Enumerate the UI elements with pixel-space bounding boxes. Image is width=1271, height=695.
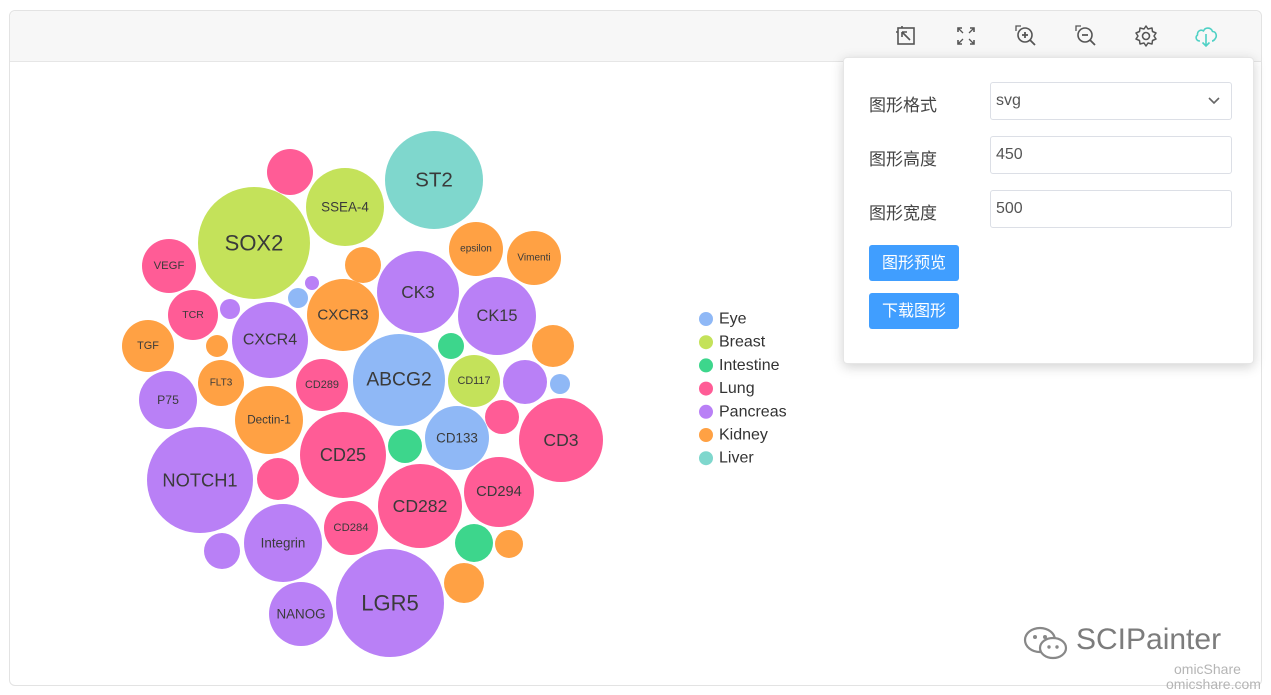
bubble-label: epsilon bbox=[460, 244, 492, 255]
legend-swatch[interactable] bbox=[699, 312, 713, 326]
bubble[interactable] bbox=[503, 360, 547, 404]
legend-label[interactable]: Kidney bbox=[719, 427, 768, 444]
legend-swatch[interactable] bbox=[699, 404, 713, 419]
height-label: 图形高度 bbox=[869, 150, 937, 170]
bubble-label: LGR5 bbox=[361, 591, 418, 616]
bubble-label: VEGF bbox=[154, 260, 185, 272]
bubble-label: CD25 bbox=[320, 445, 366, 465]
format-select-value: svg bbox=[996, 92, 1021, 109]
bubble[interactable] bbox=[438, 333, 464, 359]
bubble[interactable] bbox=[485, 400, 519, 434]
bubble-label: CD117 bbox=[457, 375, 490, 387]
width-label: 图形宽度 bbox=[869, 204, 937, 224]
legend-label[interactable]: Eye bbox=[719, 311, 747, 328]
bubble-label: CD282 bbox=[393, 496, 448, 516]
bubble[interactable] bbox=[305, 276, 319, 290]
bubble[interactable] bbox=[267, 149, 313, 195]
bubble-label: FLT3 bbox=[210, 378, 233, 389]
legend-label[interactable]: Liver bbox=[719, 450, 754, 467]
bubble[interactable] bbox=[345, 247, 381, 283]
height-input-value: 450 bbox=[996, 146, 1023, 163]
legend-swatch[interactable] bbox=[699, 428, 713, 442]
bubble-label: SSEA-4 bbox=[321, 200, 369, 215]
wechat-logo-icon bbox=[1023, 626, 1068, 660]
height-input[interactable]: 450 bbox=[990, 136, 1232, 174]
bubble[interactable] bbox=[532, 325, 574, 367]
legend-swatch[interactable] bbox=[699, 358, 713, 373]
bubble-label: Integrin bbox=[261, 536, 306, 551]
bubble[interactable] bbox=[288, 288, 308, 308]
bubble[interactable] bbox=[388, 429, 422, 463]
format-label: 图形格式 bbox=[869, 96, 937, 116]
bubble-label: CK15 bbox=[476, 307, 517, 325]
preview-button[interactable]: 图形预览 bbox=[869, 245, 960, 281]
legend-label[interactable]: Intestine bbox=[719, 357, 780, 374]
legend-swatch[interactable] bbox=[699, 381, 713, 396]
format-select[interactable]: svg bbox=[990, 82, 1232, 120]
bubble[interactable] bbox=[444, 563, 484, 603]
bubble-label: P75 bbox=[157, 393, 179, 407]
legend-swatch[interactable] bbox=[699, 451, 713, 466]
bubble-label: CD294 bbox=[476, 484, 522, 500]
legend-swatch[interactable] bbox=[699, 335, 713, 350]
bubble-label: Vimenti bbox=[517, 253, 550, 264]
bubble-label: TCR bbox=[182, 309, 204, 321]
download-button[interactable]: 下载图形 bbox=[869, 293, 960, 329]
width-input[interactable]: 500 bbox=[990, 190, 1232, 228]
watermark-brand: SCIPainter bbox=[1076, 623, 1222, 656]
bubble-label: CD3 bbox=[543, 430, 578, 450]
bubble-label: TGF bbox=[137, 340, 159, 352]
bubble[interactable] bbox=[455, 524, 493, 562]
legend-label[interactable]: Pancreas bbox=[719, 403, 787, 420]
bubble-label: NOTCH1 bbox=[162, 470, 237, 491]
bubble-label: Dectin-1 bbox=[247, 414, 291, 427]
chevron-down-icon bbox=[1208, 97, 1220, 105]
legend-label[interactable]: Lung bbox=[719, 380, 755, 397]
legend-label[interactable]: Breast bbox=[719, 334, 766, 351]
watermark-site: omicShare bbox=[1174, 661, 1241, 677]
watermark-url: omicshare.com bbox=[1166, 676, 1261, 692]
bubble-label: CXCR4 bbox=[243, 332, 297, 349]
bubble[interactable] bbox=[495, 530, 523, 558]
bubble[interactable] bbox=[550, 374, 570, 394]
width-input-value: 500 bbox=[996, 200, 1023, 217]
bubble-label: CD289 bbox=[305, 379, 339, 391]
bubble[interactable] bbox=[257, 458, 299, 500]
bubble-label: ABCG2 bbox=[366, 370, 431, 391]
bubble-label: CD133 bbox=[436, 431, 478, 446]
bubble[interactable] bbox=[206, 335, 228, 357]
bubble-label: ST2 bbox=[415, 169, 453, 192]
bubble[interactable] bbox=[204, 533, 240, 569]
export-settings-panel: 图形格式 svg 图形高度 450 图形宽度 500 图形预览 下载图形 bbox=[843, 57, 1254, 364]
bubble-label: CXCR3 bbox=[317, 307, 368, 324]
bubble-label: NANOG bbox=[276, 607, 325, 622]
bubble-label: SOX2 bbox=[225, 231, 284, 256]
bubble[interactable] bbox=[220, 299, 240, 319]
bubble-label: CK3 bbox=[401, 282, 434, 302]
bubble-label: CD284 bbox=[333, 522, 368, 534]
